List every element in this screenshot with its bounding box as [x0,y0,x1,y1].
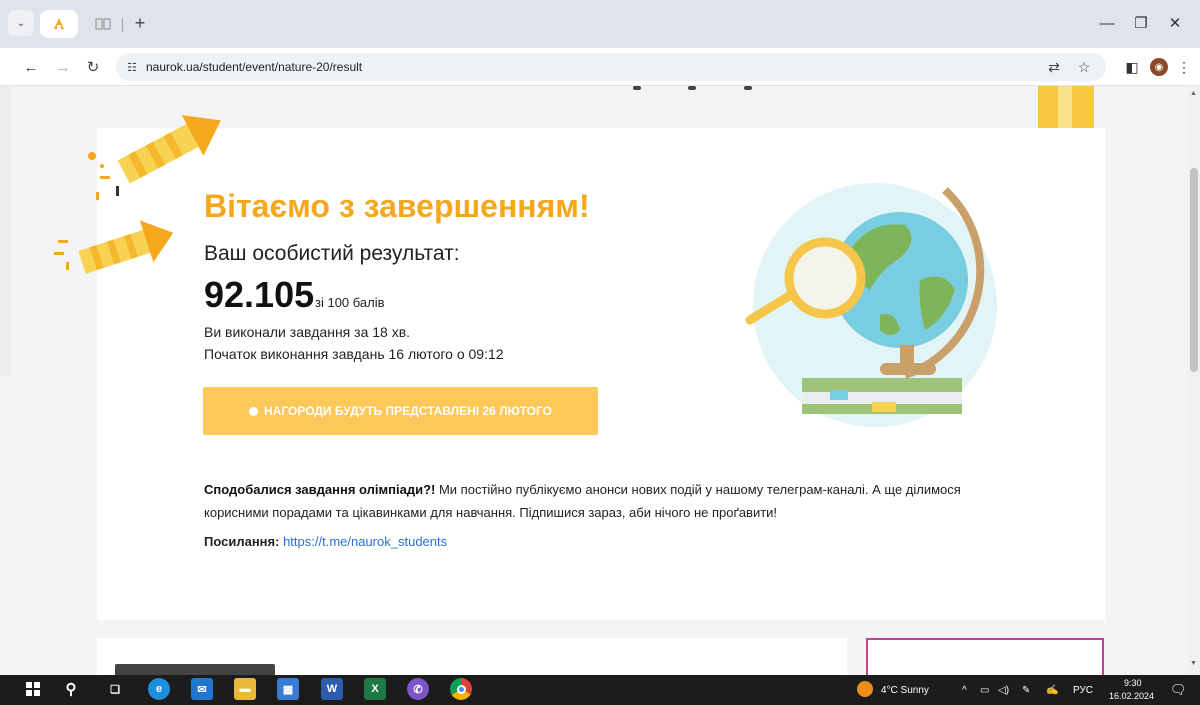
awards-date-button[interactable]: НАГОРОДИ БУДУТЬ ПРЕДСТАВЛЕНІ 26 ЛЮТОГО [203,387,598,435]
input-method-icon[interactable]: ✍ [1046,685,1058,696]
site-info-icon[interactable]: ☷ [122,57,142,77]
dot-icon [249,406,259,416]
clock-date[interactable]: 16.02.2024 [1109,691,1154,701]
start-time-text: Початок виконання завдань 16 лютого о 09… [204,346,504,362]
tab-inactive[interactable] [86,10,120,38]
edge-icon[interactable]: e [148,678,170,700]
decor-dash [744,86,752,90]
address-bar[interactable]: ☷ naurok.ua/student/event/nature-20/resu… [116,53,1106,81]
promo-text: Сподобалися завдання олімпіади?! Ми пост… [204,478,994,524]
promo-bold: Сподобалися завдання олімпіади?! [204,482,436,497]
volume-icon[interactable]: ◁) [998,685,1009,696]
windows-taskbar [0,675,1200,705]
tray-chevron-icon[interactable]: ^ [962,685,967,696]
excel-icon[interactable]: X [364,678,386,700]
link-label: Посилання: [204,534,280,549]
reload-icon[interactable]: ↻ [80,54,106,80]
page-title: Вітаємо з завершенням! [204,188,590,224]
weather-text[interactable]: 4°C Sunny [881,685,929,696]
task-view-icon[interactable]: ❏ [104,678,126,700]
telegram-link-line: Посилання: https://t.me/naurok_students [204,534,447,549]
word-icon[interactable]: W [321,678,343,700]
viber-icon[interactable]: ✆ [407,678,429,700]
naurok-favicon-icon [54,18,64,29]
forward-icon[interactable]: → [50,54,76,80]
tab-separator [122,18,123,32]
minimize-icon[interactable]: — [1092,8,1122,38]
score-suffix: зі 100 балів [315,295,385,310]
tab-search-chevron-icon[interactable]: ⌄ [8,10,34,36]
mail-icon[interactable]: ✉ [191,678,213,700]
scroll-down-arrow-icon[interactable]: ▼ [1190,660,1197,667]
translate-icon[interactable]: ⇄ [1044,57,1064,77]
windows-start-icon[interactable] [22,678,44,700]
notifications-icon[interactable]: 🗨 [1170,682,1187,698]
language-indicator[interactable]: РУС [1073,685,1093,696]
browser-toolbar: ← → ↻ ☷ naurok.ua/student/event/nature-2… [0,48,1200,86]
search-icon[interactable]: ⚲ [60,678,82,700]
tab-active[interactable] [40,10,78,38]
decor-dash [633,86,641,90]
close-icon[interactable]: ✕ [1160,8,1190,38]
scrollbar-thumb[interactable] [1190,168,1198,372]
side-panel-icon[interactable]: ◧ [1122,57,1142,77]
pen-icon[interactable]: ✎ [1022,685,1030,696]
store-icon[interactable]: ▦ [277,678,299,700]
url-text[interactable]: naurok.ua/student/event/nature-20/result [146,60,362,74]
telegram-link[interactable]: https://t.me/naurok_students [283,534,447,549]
chrome-icon[interactable] [450,678,472,700]
tab-strip: ⌄ + — ❐ ✕ [0,0,1200,48]
back-icon[interactable]: ← [18,54,44,80]
file-explorer-icon[interactable]: ▬ [234,678,256,700]
awards-date-label: НАГОРОДИ БУДУТЬ ПРЕДСТАВЛЕНІ 26 ЛЮТОГО [264,404,552,418]
restore-icon[interactable]: ❐ [1126,8,1156,38]
new-tab-button[interactable]: + [128,11,152,35]
decor-dash [688,86,696,90]
book-icon [95,18,111,30]
more-menu-icon[interactable]: ⋮ [1174,57,1194,77]
gift-ribbon-decoration [1058,86,1072,128]
score-value: 92.105 [204,274,315,315]
scroll-up-arrow-icon[interactable]: ▲ [1190,90,1197,97]
completion-time-text: Ви виконали завдання за 18 хв. [204,324,411,340]
profile-avatar[interactable]: ◉ [1150,58,1168,76]
bookmark-star-icon[interactable]: ☆ [1074,57,1094,77]
left-edge-panel [0,86,10,376]
clock-time[interactable]: 9:30 [1124,678,1142,688]
globe-magnifier-illustration [745,183,997,427]
result-subtitle: Ваш особистий результат: [204,242,460,265]
network-icon[interactable]: ▭ [980,685,989,696]
weather-sun-icon[interactable] [857,681,873,697]
